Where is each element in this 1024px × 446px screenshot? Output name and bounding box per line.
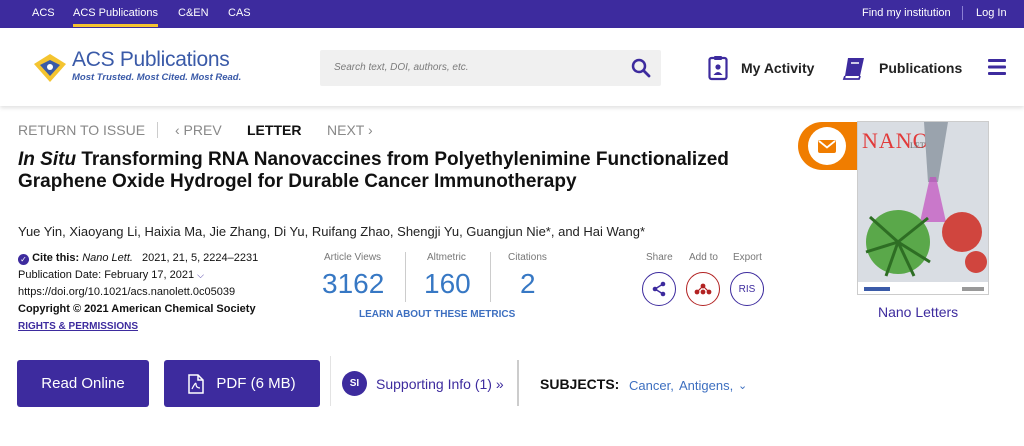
topnav-divider xyxy=(962,6,963,20)
altmetric-label: Altmetric xyxy=(427,252,466,263)
action-divider xyxy=(330,356,331,406)
acs-logo-icon[interactable] xyxy=(32,52,68,89)
find-institution-link[interactable]: Find my institution xyxy=(862,7,951,19)
issue-nav-divider xyxy=(157,122,158,138)
envelope-icon[interactable] xyxy=(808,127,846,165)
doi-link[interactable]: https://doi.org/10.1021/acs.nanolett.0c0… xyxy=(18,286,235,298)
topnav-acs-publications[interactable]: ACS Publications xyxy=(73,7,158,27)
supporting-info-badge[interactable]: SI xyxy=(342,371,367,396)
book-icon[interactable] xyxy=(842,56,866,85)
article-type-label: LETTER xyxy=(247,122,302,138)
metrics-divider xyxy=(490,252,491,302)
search-icon[interactable] xyxy=(631,58,651,83)
pdf-file-icon xyxy=(188,373,205,394)
author-list[interactable]: Yue Yin, Xiaoyang Li, Haixia Ma, Jie Zha… xyxy=(18,224,645,239)
publication-date[interactable]: Publication Date: February 17, 2021 ⌵ xyxy=(18,269,204,281)
share-button[interactable] xyxy=(642,272,676,306)
export-ris-button[interactable]: RIS xyxy=(730,272,764,306)
publications-link[interactable]: Publications xyxy=(879,60,962,76)
altmetric-value[interactable]: 160 xyxy=(424,268,471,300)
subject-antigens-link[interactable]: Antigens, xyxy=(679,378,733,393)
citations-label: Citations xyxy=(508,252,547,263)
add-to-button[interactable] xyxy=(686,272,720,306)
clipboard-icon[interactable] xyxy=(708,55,728,86)
read-online-button[interactable]: Read Online xyxy=(17,360,149,407)
cite-this: ✓ Cite this: Nano Lett. 2021, 21, 5, 222… xyxy=(18,252,258,265)
topnav-cas[interactable]: CAS xyxy=(228,7,251,19)
supporting-info-link[interactable]: Supporting Info (1) » xyxy=(376,376,504,392)
cite-journal: Nano Lett. xyxy=(82,252,133,264)
verified-icon: ✓ xyxy=(18,254,29,265)
export-label: Export xyxy=(733,252,762,263)
prev-link[interactable]: ‹ PREV xyxy=(175,122,222,138)
pdf-button-label: PDF (6 MB) xyxy=(216,375,296,392)
chevron-down-icon[interactable]: ⌵ xyxy=(197,270,204,280)
copyright-text: Copyright © 2021 American Chemical Socie… xyxy=(18,303,256,315)
journal-cover-image[interactable]: NANO LETTERS xyxy=(857,121,989,295)
return-to-issue-link[interactable]: RETURN TO ISSUE xyxy=(18,122,145,138)
logo-tagline: Most Trusted. Most Cited. Most Read. xyxy=(72,72,242,83)
subjects-divider xyxy=(517,360,519,406)
topnav-cen[interactable]: C&EN xyxy=(178,7,209,19)
journal-name-link[interactable]: Nano Letters xyxy=(878,304,958,320)
share-icon xyxy=(652,281,666,297)
article-views-value: 3162 xyxy=(322,268,385,299)
ris-label: RIS xyxy=(738,283,756,295)
add-to-label: Add to xyxy=(689,252,718,263)
top-nav-bar: ACS ACS Publications C&EN CAS Find my in… xyxy=(0,0,1024,28)
topnav-acs[interactable]: ACS xyxy=(32,7,55,19)
menu-icon[interactable] xyxy=(988,59,1006,80)
add-to-library-icon xyxy=(694,283,712,295)
pub-date-text: Publication Date: February 17, 2021 xyxy=(18,269,195,281)
my-activity-link[interactable]: My Activity xyxy=(741,60,814,76)
metrics-divider xyxy=(405,252,406,302)
search-placeholder: Search text, DOI, authors, etc. xyxy=(334,62,469,73)
citations-value[interactable]: 2 xyxy=(520,268,536,300)
logo-title[interactable]: ACS Publications xyxy=(72,48,230,72)
search-input[interactable]: Search text, DOI, authors, etc. xyxy=(320,50,661,86)
article-title: In Situ Transforming RNA Nanovaccines fr… xyxy=(18,149,738,193)
title-rest: Transforming RNA Nanovaccines from Polye… xyxy=(18,149,729,192)
pdf-button[interactable]: PDF (6 MB) xyxy=(164,360,320,407)
cite-label: Cite this: xyxy=(32,252,80,264)
subjects-label: SUBJECTS: xyxy=(540,376,620,392)
rights-permissions-link[interactable]: RIGHTS & PERMISSIONS xyxy=(18,321,138,332)
learn-metrics-link[interactable]: LEARN ABOUT THESE METRICS xyxy=(359,309,515,320)
chevron-down-icon[interactable]: ⌄ xyxy=(738,379,747,392)
title-italic: In Situ xyxy=(18,149,77,170)
share-label: Share xyxy=(646,252,673,263)
subject-cancer-link[interactable]: Cancer, xyxy=(629,378,674,393)
article-views-label: Article Views xyxy=(324,252,382,263)
cite-ref: 2021, 21, 5, 2224–2231 xyxy=(142,252,259,264)
next-link[interactable]: NEXT › xyxy=(327,122,373,138)
login-link[interactable]: Log In xyxy=(976,7,1007,19)
